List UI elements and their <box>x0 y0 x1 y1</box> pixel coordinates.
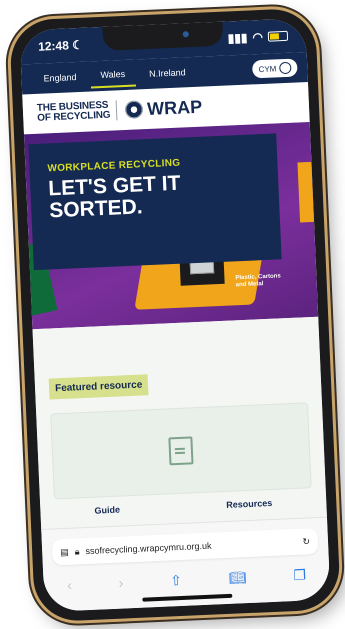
status-time-group: 12:48 ☾ <box>38 38 83 54</box>
tab-wales[interactable]: Wales <box>90 62 136 89</box>
wifi-icon: ◠ <box>252 29 264 45</box>
language-button[interactable]: CYM <box>252 58 298 79</box>
home-indicator <box>142 593 233 602</box>
phone-frame: 12:48 ☾ ▮▮▮ ◠ England Wales N.Ireland CY… <box>9 7 341 623</box>
hero-headline: LET'S GET IT SORTED. <box>48 169 262 223</box>
bin-label: Plastic, Cartons and Metal <box>235 273 281 289</box>
guide-label[interactable]: Guide <box>94 505 120 516</box>
battery-icon <box>267 30 289 42</box>
browser-toolbar: ‹ › ⇧ 📖︎ ❐ <box>43 566 329 595</box>
browser-bar: ▤ 🔒︎ ssofrecycling.wrapcymru.org.uk ↻ ‹ … <box>41 516 331 612</box>
signal-icon: ▮▮▮ <box>227 30 248 46</box>
resource-card[interactable] <box>50 402 312 500</box>
back-icon[interactable]: ‹ <box>67 577 72 594</box>
status-time: 12:48 <box>37 38 70 54</box>
globe-icon <box>279 61 292 75</box>
business-of-recycling-logo[interactable]: THE BUSINESS OF RECYCLING <box>37 100 118 124</box>
lock-icon: 🔒︎ <box>74 545 80 557</box>
reader-icon[interactable]: ▤ <box>60 546 69 557</box>
resources-label[interactable]: Resources <box>226 498 272 510</box>
featured-resource-heading: Featured resource <box>48 374 149 400</box>
tab-n-ireland[interactable]: N.Ireland <box>139 61 196 85</box>
wrap-globe-icon <box>124 100 144 119</box>
reload-icon[interactable]: ↻ <box>302 536 310 547</box>
hero-banner: Plastic, Cartons and Metal WORKPLACE REC… <box>23 121 319 330</box>
camera-icon <box>182 31 189 38</box>
logo-line2: OF RECYCLING <box>37 109 111 124</box>
address-bar[interactable]: ▤ 🔒︎ ssofrecycling.wrapcymru.org.uk ↻ <box>51 527 319 566</box>
wrap-text: WRAP <box>146 96 203 119</box>
share-icon[interactable]: ⇧ <box>170 572 182 589</box>
status-icons: ▮▮▮ ◠ <box>227 29 289 46</box>
main-content: Featured resource Guide Resources <box>32 316 328 534</box>
forward-icon[interactable]: › <box>118 575 123 592</box>
tabs-icon[interactable]: ❐ <box>293 567 306 585</box>
tab-england[interactable]: England <box>33 66 87 90</box>
wrap-logo[interactable]: WRAP <box>124 96 203 120</box>
hero-card: WORKPLACE RECYCLING LET'S GET IT SORTED. <box>28 133 282 271</box>
phone-screen: 12:48 ☾ ▮▮▮ ◠ England Wales N.Ireland CY… <box>19 18 331 612</box>
orange-bin-edge <box>297 161 315 223</box>
language-label: CYM <box>258 63 277 74</box>
bin-label-line2: and Metal <box>235 281 264 289</box>
document-icon <box>168 436 194 466</box>
url-text[interactable]: ssofrecycling.wrapcymru.org.uk <box>85 537 296 556</box>
moon-icon: ☾ <box>71 37 84 53</box>
bookmarks-icon[interactable]: 📖︎ <box>228 569 247 587</box>
